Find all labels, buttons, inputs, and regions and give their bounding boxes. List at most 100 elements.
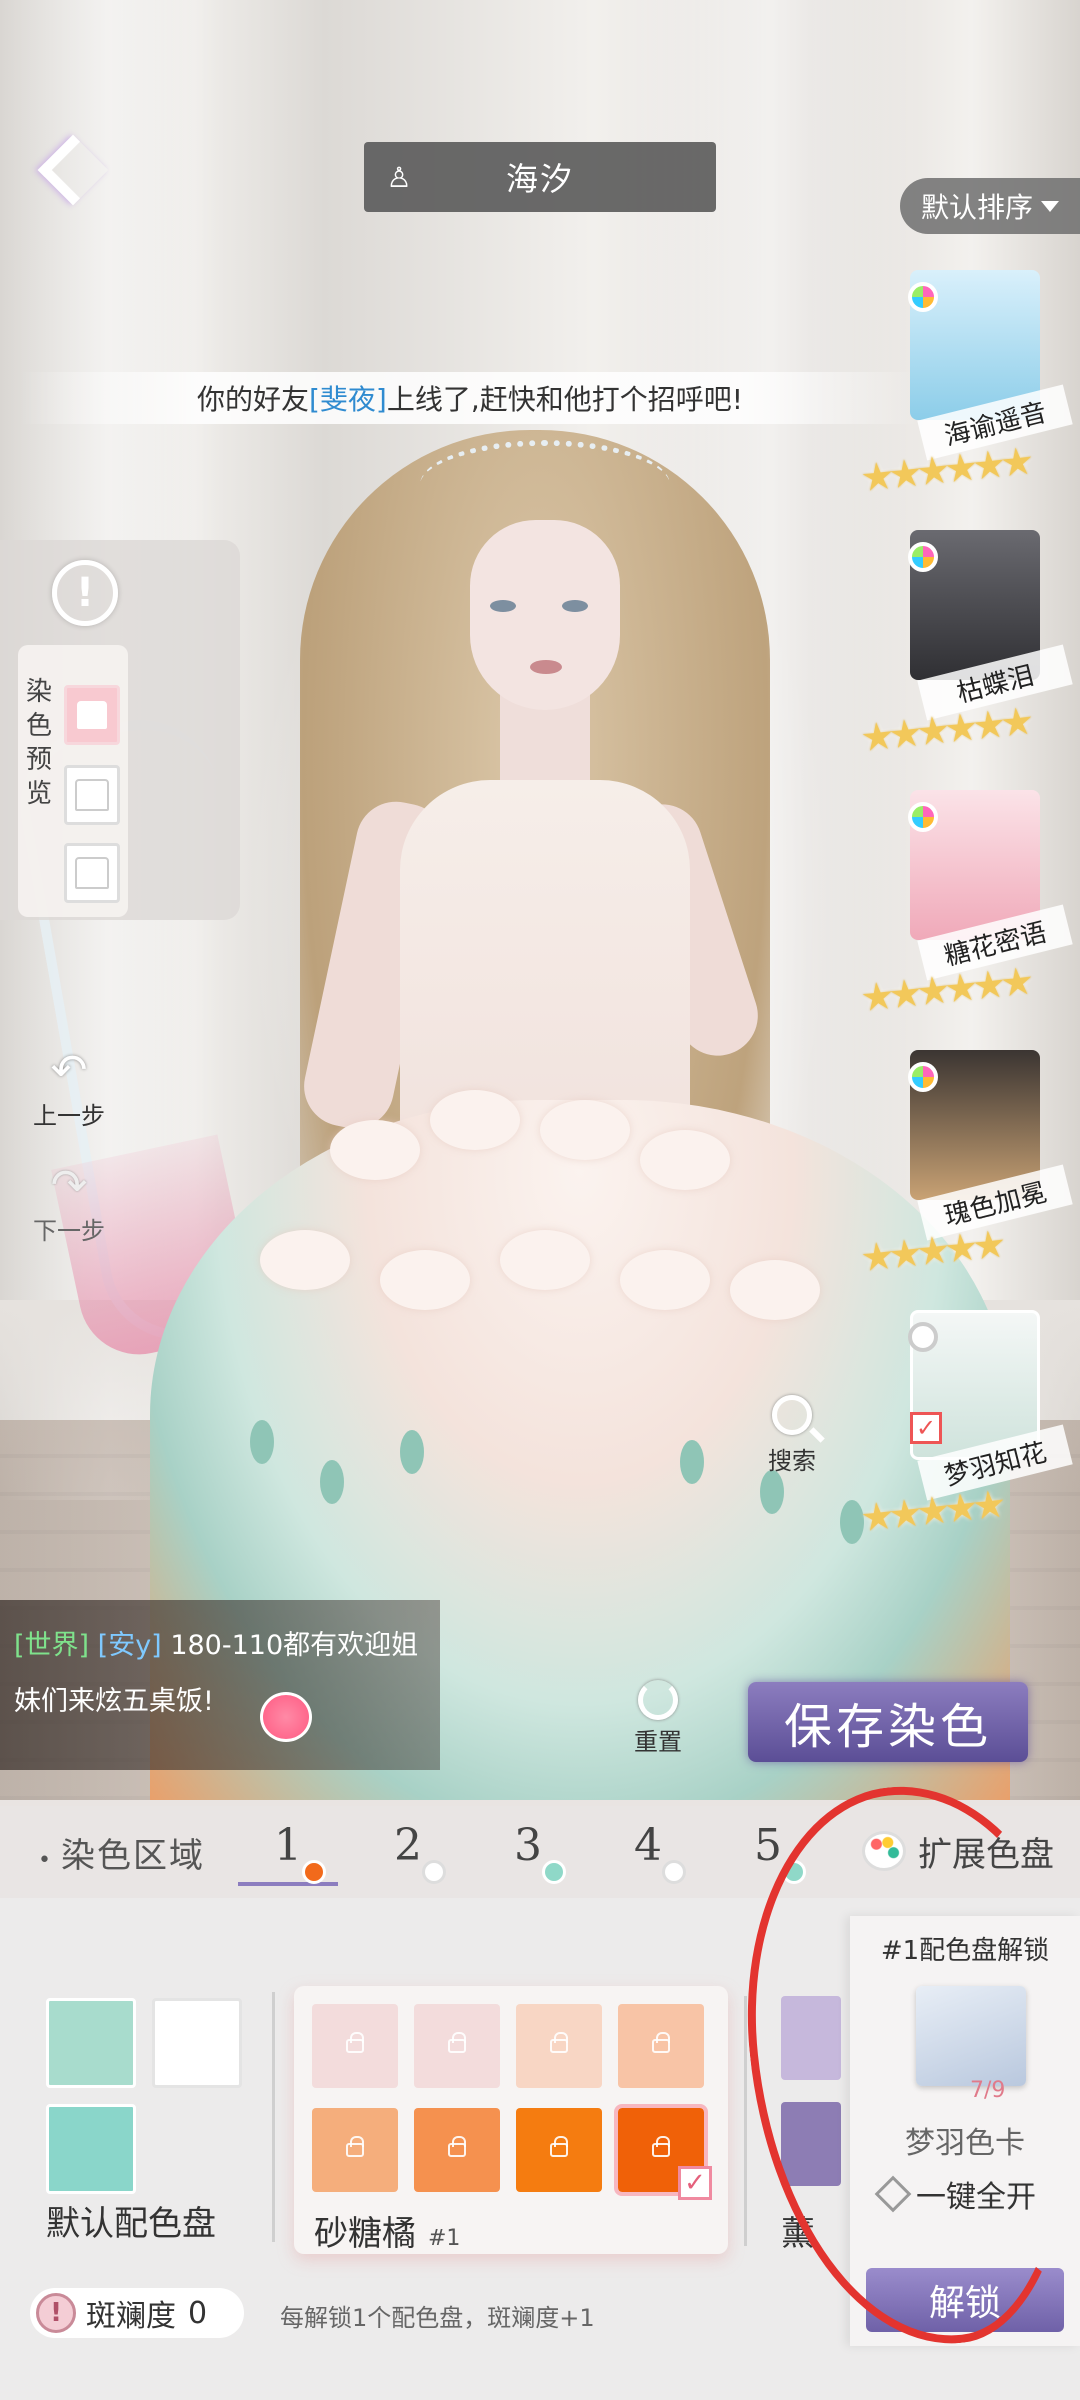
search-label: 搜索 xyxy=(768,1447,816,1475)
alert-icon[interactable]: ! xyxy=(52,560,118,626)
search-button[interactable]: 搜索 xyxy=(752,1395,832,1476)
next-palette-peek[interactable]: 薰 xyxy=(744,1996,841,2254)
region-color-dot xyxy=(782,1860,806,1884)
dye-preview-slot-1[interactable] xyxy=(64,685,120,745)
alert-icon: ! xyxy=(36,2293,76,2333)
flower-petal xyxy=(730,1260,820,1320)
redo-arrow-icon: ↷ xyxy=(50,1160,88,1211)
one-click-unlock-toggle[interactable]: 一键全开 xyxy=(874,2172,1036,2216)
dye-preview-panel: 染色预览 xyxy=(18,645,128,917)
color-wheel-icon xyxy=(908,282,938,312)
dye-region-tabs: 染色区域 1 2 3 4 5 扩展色盘 xyxy=(0,1806,1080,1898)
notice-friend-name[interactable]: [斐夜] xyxy=(309,378,387,418)
dye-region-tab-3[interactable]: 3 xyxy=(478,1820,578,1886)
dye-region-tab-2[interactable]: 2 xyxy=(358,1820,458,1886)
lock-icon xyxy=(550,2032,568,2053)
leaf xyxy=(400,1430,424,1474)
color-wheel-icon xyxy=(908,1062,938,1092)
undo-button[interactable]: ↶ 上一步 xyxy=(24,1045,114,1131)
dye-region-tab-1[interactable]: 1 xyxy=(238,1820,338,1886)
heart-emoji-icon xyxy=(260,1692,312,1742)
default-palette-name[interactable]: 默认配色盘 xyxy=(46,2196,216,2245)
color-wheel-icon xyxy=(908,802,938,832)
spot-level-badge[interactable]: ! 斑斓度 0 xyxy=(30,2288,244,2338)
leaf xyxy=(760,1470,784,1514)
dye-region-tab-4[interactable]: 4 xyxy=(598,1820,698,1886)
peek-swatch xyxy=(781,2102,841,2186)
save-dye-button[interactable]: 保存染色 xyxy=(748,1682,1028,1762)
flower-petal xyxy=(620,1250,710,1310)
friend-online-notice: 你的好友 [斐夜] 上线了,赶快和他打个招呼吧! xyxy=(20,372,920,424)
locked-swatch[interactable] xyxy=(516,2004,602,2088)
outfit-card[interactable]: 海谕遥音 ★★★★★★ xyxy=(858,270,1080,530)
default-swatch-1[interactable] xyxy=(46,1998,136,2088)
peek-swatch xyxy=(781,1996,841,2080)
region-color-dot xyxy=(542,1860,566,1884)
redo-button[interactable]: ↷ 下一步 xyxy=(24,1160,114,1246)
locked-swatch[interactable] xyxy=(414,2108,500,2192)
undo-label: 上一步 xyxy=(33,1102,105,1130)
dress-icon: ♙ xyxy=(386,160,412,194)
palette-number: #1 xyxy=(428,2226,461,2251)
lock-icon xyxy=(448,2032,466,2053)
region-number: 4 xyxy=(634,1820,662,1871)
chat-message-1: 180-110都有欢迎姐 xyxy=(170,1630,419,1661)
lock-icon xyxy=(346,2136,364,2157)
color-card-name: 梦羽色卡 xyxy=(905,2126,1025,2161)
notice-prefix: 你的好友 xyxy=(196,383,309,416)
color-card-image xyxy=(916,1986,1026,2086)
flower-petal xyxy=(640,1130,730,1190)
region-number: 3 xyxy=(514,1820,542,1871)
chat-user[interactable]: [安y] xyxy=(98,1630,162,1661)
palette-divider xyxy=(272,1992,275,2242)
unlock-button[interactable]: 解锁 xyxy=(866,2268,1064,2332)
region-number: 1 xyxy=(274,1820,302,1871)
peek-palette-name: 薰 xyxy=(781,2214,815,2254)
region-color-dot xyxy=(662,1860,686,1884)
world-chat[interactable]: [世界] [安y] 180-110都有欢迎姐 妹们来炫五桌饭! xyxy=(0,1600,440,1770)
lock-icon xyxy=(652,2032,670,2053)
palette-name: 砂糖橘 #1 xyxy=(314,2206,460,2255)
color-card-count: 7/9 xyxy=(970,2078,1006,2103)
spot-value: 0 xyxy=(188,2295,208,2331)
expand-palette-label: 扩展色盘 xyxy=(918,1834,1054,1875)
dye-region-tab-5[interactable]: 5 xyxy=(718,1820,818,1886)
back-button[interactable] xyxy=(37,130,109,220)
outfit-card-selected[interactable]: ✓ 梦羽知花 ★★★★★ xyxy=(858,1310,1080,1570)
dye-region-label: 染色区域 xyxy=(38,1828,205,1877)
character-eye xyxy=(490,600,516,612)
expand-palette-button[interactable]: 扩展色盘 xyxy=(862,1818,1054,1884)
palette-unlock-panel: #1配色盘解锁 7/9 梦羽色卡 一键全开 解锁 xyxy=(850,1916,1080,2346)
chat-message-2: 妹们来炫五桌饭! xyxy=(14,1686,214,1717)
lock-icon xyxy=(550,2136,568,2157)
locked-swatch[interactable] xyxy=(414,2004,500,2088)
color-wheel-icon xyxy=(908,542,938,572)
outfit-card[interactable]: 糖花密语 ★★★★★★ xyxy=(858,790,1080,1050)
unlock-title: #1配色盘解锁 xyxy=(880,1936,1050,1966)
locked-swatch[interactable] xyxy=(312,2004,398,2088)
one-click-label: 一键全开 xyxy=(916,2180,1036,2215)
region-color-dot xyxy=(302,1860,326,1884)
default-swatch-3[interactable] xyxy=(46,2104,136,2194)
reset-button[interactable]: 重置 xyxy=(618,1680,698,1757)
locked-swatch[interactable] xyxy=(516,2108,602,2192)
locked-swatch-selected[interactable]: ✓ xyxy=(614,2104,712,2200)
lock-icon xyxy=(448,2136,466,2157)
default-swatch-2[interactable] xyxy=(152,1998,242,2088)
dye-preview-slot-2[interactable] xyxy=(64,765,120,825)
lock-icon xyxy=(346,2032,364,2053)
dye-preview-slot-3[interactable] xyxy=(64,843,120,903)
flower-petal xyxy=(430,1090,520,1150)
outfit-card[interactable]: 枯蝶泪 ★★★★★★ xyxy=(858,530,1080,790)
locked-swatch[interactable] xyxy=(312,2108,398,2192)
lock-icon xyxy=(652,2136,670,2157)
leaf xyxy=(680,1440,704,1484)
sort-dropdown[interactable]: 默认排序 xyxy=(900,178,1080,234)
outfit-card[interactable]: 瑰色加冕 ★★★★★ xyxy=(858,1050,1080,1310)
region-number: 5 xyxy=(754,1820,782,1871)
region-number: 2 xyxy=(394,1820,422,1871)
reset-icon xyxy=(638,1680,678,1720)
flower-petal xyxy=(500,1230,590,1290)
locked-swatch[interactable] xyxy=(618,2004,704,2088)
chat-line-2: 妹们来炫五桌饭! xyxy=(14,1674,426,1730)
